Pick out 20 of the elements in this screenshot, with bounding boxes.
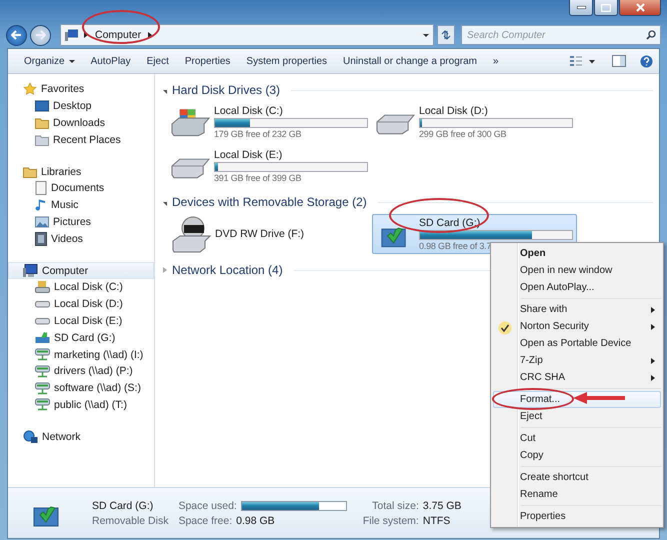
drive-name: DVD RW Drive (F:) [215,228,304,240]
field-label: File system: [362,514,419,526]
field-value: NTFS [422,514,452,526]
field-label: Space used: [178,500,237,512]
field-value: 3.75 GB [422,500,462,512]
free-space-text: 179 GB free of 232 GB [214,129,302,139]
field-value: 0.98 GB [236,514,275,526]
drive-name: SD Card (G:) [419,217,482,229]
section-header: Devices with Removable Storage (2) [172,195,367,209]
free-space-text: 299 GB free of 300 GB [419,129,508,139]
drive-name: Local Disk (D:) [419,105,489,117]
free-space-text: 391 GB free of 399 GB [214,173,302,183]
section-header: Network Location (4) [172,263,283,277]
device-type: Removable Disk [92,514,168,526]
drive-name: Local Disk (E:) [214,149,284,161]
drive-name: Local Disk (C:) [214,105,284,117]
section-header: Hard Disk Drives (3) [172,83,280,97]
field-label: Total size: [372,500,419,512]
device-name: SD Card (G:) [92,500,154,512]
field-label: Space free: [178,514,232,526]
